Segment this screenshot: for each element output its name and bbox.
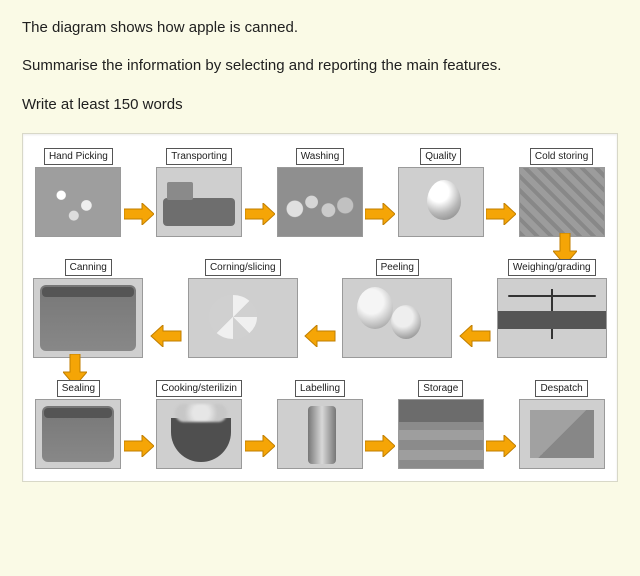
step-cold-storing: Cold storing: [516, 148, 607, 237]
step-image: [519, 167, 605, 237]
step-image: [156, 167, 242, 237]
step-label: Cooking/sterilizin: [156, 380, 242, 397]
step-despatch: Despatch: [516, 380, 607, 469]
intro-line-3: Write at least 150 words: [22, 95, 618, 115]
diagram-row-3: Sealing Cooking/sterilizin Labelling Sto…: [33, 380, 607, 469]
step-label: Despatch: [535, 380, 587, 397]
step-cooking-sterilizing: Cooking/sterilizin: [154, 380, 245, 469]
step-label: Labelling: [295, 380, 345, 397]
step-image: [35, 399, 121, 469]
step-canning: Canning: [33, 259, 144, 358]
step-image: [35, 167, 121, 237]
intro-line-2: Summarise the information by selecting a…: [22, 56, 618, 76]
step-image: [33, 278, 143, 358]
step-sealing: Sealing: [33, 380, 124, 469]
step-label: Transporting: [166, 148, 232, 165]
intro-line-1: The diagram shows how apple is canned.: [22, 18, 618, 38]
step-image: [398, 399, 484, 469]
step-label: Peeling: [376, 259, 419, 276]
arrow-left-icon: [298, 325, 342, 347]
arrow-right-icon: [486, 203, 516, 225]
step-labelling: Labelling: [275, 380, 366, 469]
step-image: [156, 399, 242, 469]
arrow-right-icon: [124, 435, 154, 457]
arrow-left-icon: [144, 325, 188, 347]
step-weighing-grading: Weighing/grading: [497, 259, 608, 358]
step-image: [277, 399, 363, 469]
step-label: Weighing/grading: [508, 259, 596, 276]
step-transporting: Transporting: [154, 148, 245, 237]
step-peeling: Peeling: [342, 259, 453, 358]
arrow-right-icon: [124, 203, 154, 225]
step-label: Cold storing: [530, 148, 593, 165]
arrow-right-icon: [245, 435, 275, 457]
arrow-right-icon: [365, 203, 395, 225]
diagram-row-2: Weighing/grading Peeling Corning/slicing…: [33, 259, 607, 358]
step-corning-slicing: Corning/slicing: [188, 259, 299, 358]
prompt-text: The diagram shows how apple is canned. S…: [22, 18, 618, 115]
arrow-right-icon: [365, 435, 395, 457]
step-image: [342, 278, 452, 358]
step-image: [519, 399, 605, 469]
step-label: Hand Picking: [44, 148, 113, 165]
step-image: [398, 167, 484, 237]
step-storage: Storage: [395, 380, 486, 469]
step-image: [497, 278, 607, 358]
step-washing: Washing: [275, 148, 366, 237]
step-label: Washing: [296, 148, 345, 165]
arrow-right-icon: [486, 435, 516, 457]
step-image: [277, 167, 363, 237]
process-diagram: Hand Picking Transporting Washing Qualit…: [22, 133, 618, 482]
step-label: Quality: [420, 148, 461, 165]
step-hand-picking: Hand Picking: [33, 148, 124, 237]
arrow-left-icon: [453, 325, 497, 347]
step-label: Storage: [418, 380, 463, 397]
step-label: Corning/slicing: [205, 259, 281, 276]
step-label: Canning: [65, 259, 112, 276]
arrow-right-icon: [245, 203, 275, 225]
step-quality: Quality: [395, 148, 486, 237]
diagram-row-1: Hand Picking Transporting Washing Qualit…: [33, 148, 607, 237]
step-image: [188, 278, 298, 358]
step-label: Sealing: [57, 380, 100, 397]
